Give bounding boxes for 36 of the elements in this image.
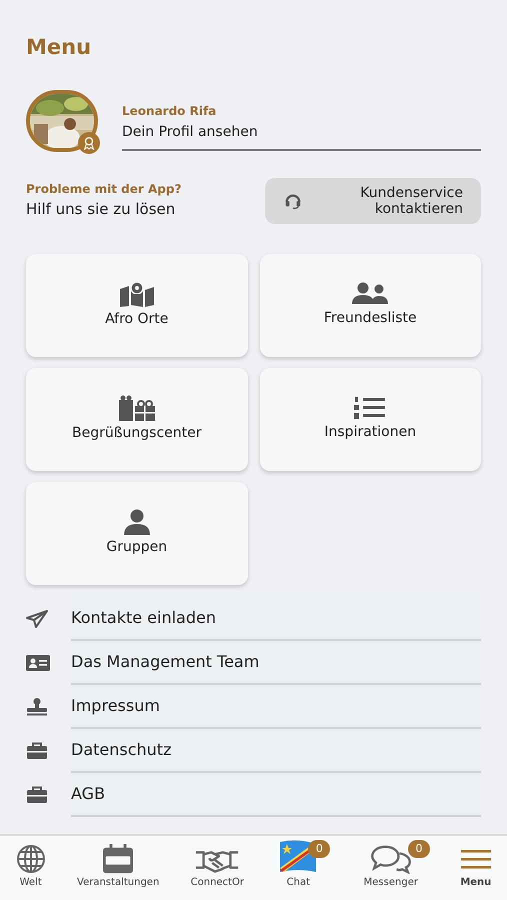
tab-bar-item[interactable]: Chat 0: [274, 840, 330, 889]
profile-name: Leonardo Rifa: [122, 103, 216, 120]
menu-tile[interactable]: Begrüßungscenter: [26, 368, 248, 470]
headset-icon: [283, 192, 303, 210]
id-card-icon: [26, 654, 50, 670]
menu-tile[interactable]: Inspirationen: [260, 368, 481, 470]
map-pin-icon: [118, 280, 155, 306]
flag-icon: [278, 840, 318, 874]
tab-bar-item[interactable]: Veranstaltungen: [76, 840, 160, 889]
tab-bar-item[interactable]: Menu: [459, 840, 492, 889]
globe-icon: [16, 844, 46, 874]
users-icon: [351, 282, 390, 306]
tab-bar-item[interactable]: Messenger 0: [360, 840, 430, 889]
menu-tile[interactable]: Freundesliste: [260, 254, 481, 356]
avatar[interactable]: [26, 90, 98, 152]
support-heading: Probleme mit der App?: [26, 181, 182, 198]
person-icon: [122, 508, 151, 534]
tab-bar-item[interactable]: ConnectOr: [190, 840, 245, 889]
briefcase-icon: [26, 786, 48, 804]
paper-plane-icon: [26, 610, 48, 628]
gifts-icon: [118, 394, 156, 420]
menu-tile[interactable]: Afro Orte: [26, 254, 248, 356]
handshake-icon: [194, 848, 240, 874]
menu-icon: [460, 848, 491, 870]
menu-tile[interactable]: Gruppen: [26, 482, 248, 584]
count-badge: 0: [308, 840, 330, 858]
page-title: Menu: [26, 34, 92, 61]
calendar-icon: [101, 844, 136, 874]
stamp-icon: [26, 698, 48, 716]
chat-bubbles-icon: [370, 844, 412, 874]
profile-link[interactable]: Dein Profil ansehen: [122, 122, 258, 143]
briefcase-icon: [26, 742, 48, 760]
count-badge: 0: [408, 840, 430, 858]
customer-service-button[interactable]: Kundenservice kontaktieren: [265, 178, 481, 224]
tab-bar-item[interactable]: Welt: [14, 840, 47, 889]
support-text: Hilf uns sie zu lösen: [26, 199, 176, 220]
